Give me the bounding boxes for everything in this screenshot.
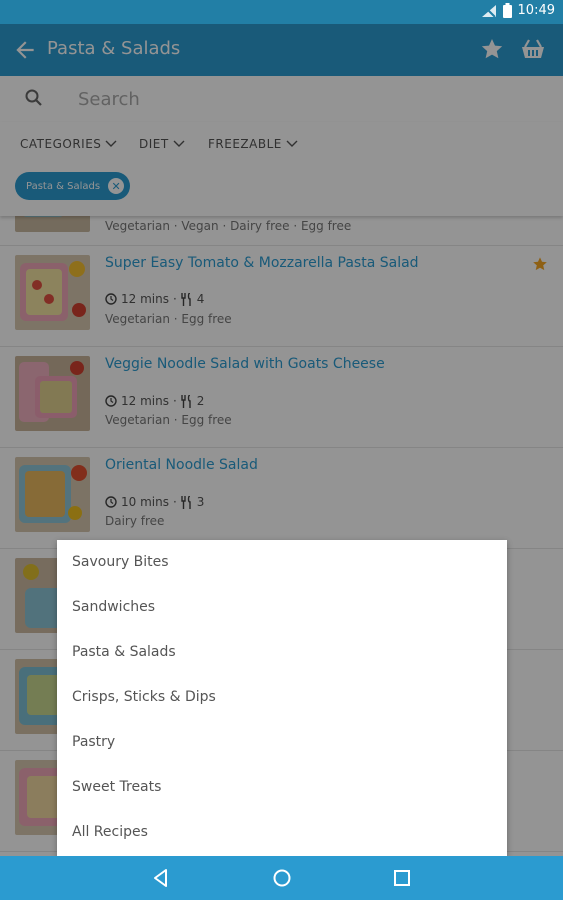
menu-item-sandwiches[interactable]: Sandwiches: [72, 599, 155, 615]
nav-back-icon[interactable]: [150, 867, 172, 889]
status-time: 10:49: [517, 3, 555, 18]
system-nav-bar: [0, 856, 563, 900]
menu-item-pastry[interactable]: Pastry: [72, 734, 115, 750]
category-menu: Savoury Bites Sandwiches Pasta & Salads …: [57, 540, 507, 856]
menu-item-pasta-salads[interactable]: Pasta & Salads: [72, 644, 176, 660]
menu-item-savoury-bites[interactable]: Savoury Bites: [72, 554, 169, 570]
nav-recents-icon[interactable]: [391, 867, 413, 889]
status-bar: 10:49: [0, 0, 563, 24]
menu-item-crisps-sticks-dips[interactable]: Crisps, Sticks & Dips: [72, 689, 216, 705]
no-signal-icon: [481, 4, 496, 18]
menu-item-sweet-treats[interactable]: Sweet Treats: [72, 779, 161, 795]
menu-item-all-recipes[interactable]: All Recipes: [72, 824, 148, 840]
nav-home-icon[interactable]: [271, 867, 293, 889]
battery-icon: [502, 3, 512, 18]
